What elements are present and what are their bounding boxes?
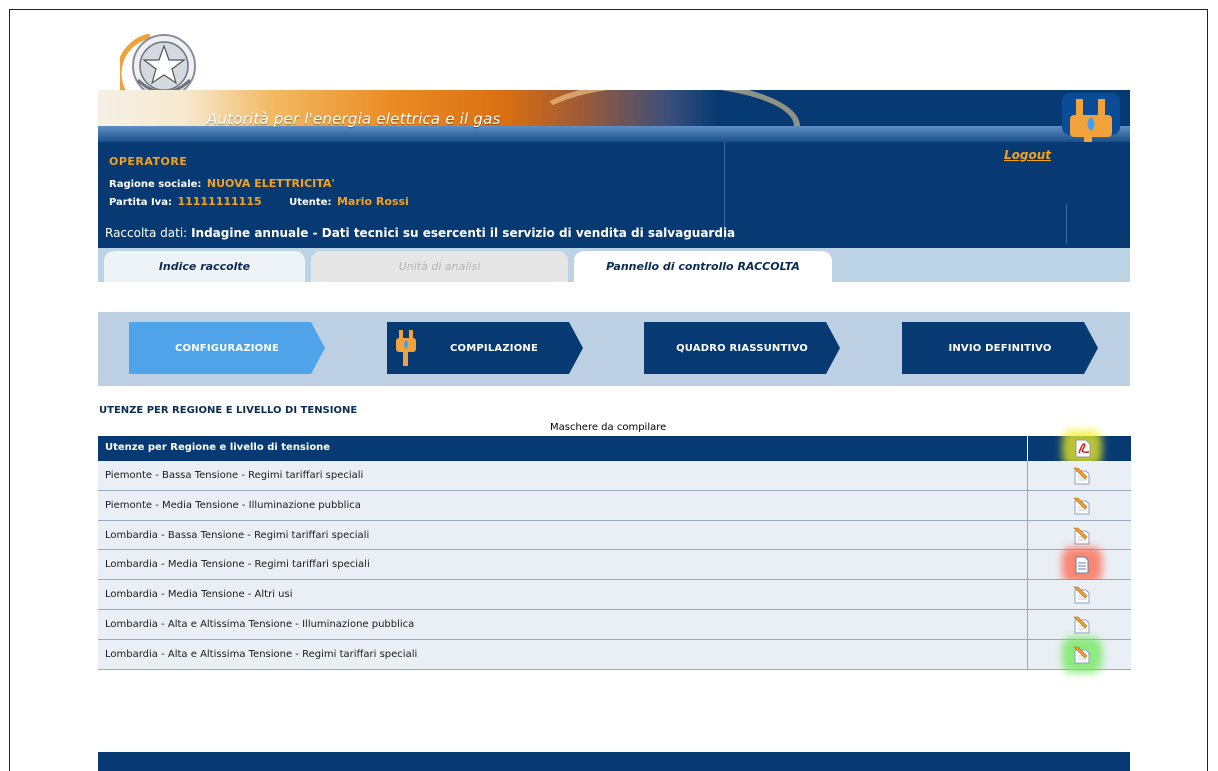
table-row: Lombardia - Bassa Tensione - Regimi tari… <box>98 520 1131 551</box>
step-label: INVIO DEFINITIVO <box>948 342 1052 354</box>
step-quadro-riassuntivo[interactable]: QUADRO RIASSUNTIVO <box>644 322 840 374</box>
operator-label: OPERATORE <box>109 155 188 168</box>
table-header: Utenze per Regione e livello di tensione <box>98 430 1131 466</box>
table-row: Piemonte - Media Tensione - Illuminazion… <box>98 490 1131 521</box>
row-label: Lombardia - Alta e Altissima Tensione - … <box>105 648 418 660</box>
view-document-icon[interactable] <box>1072 555 1092 575</box>
utenze-table: Utenze per Regione e livello di tensione… <box>98 430 1131 673</box>
tab-unita-di-analisi: Unità di analisi <box>311 251 568 282</box>
table-row: Lombardia - Media Tensione - Regimi tari… <box>98 547 1131 584</box>
edit-icon[interactable] <box>1072 496 1092 516</box>
row-label: Piemonte - Media Tensione - Illuminazion… <box>105 499 361 511</box>
raccolta-dati: Raccolta dati: Indagine annuale - Dati t… <box>105 226 735 240</box>
pdf-icon[interactable] <box>1074 439 1092 458</box>
row-label: Lombardia - Alta e Altissima Tensione - … <box>105 618 415 630</box>
utente-value: Mario Rossi <box>336 195 409 208</box>
step-label: CONFIGURAZIONE <box>174 342 279 354</box>
step-invio-definitivo[interactable]: INVIO DEFINITIVO <box>902 322 1098 374</box>
section-subtitle: Maschere da compilare <box>550 422 667 433</box>
tab-indice-raccolte[interactable]: Indice raccolte <box>104 251 305 282</box>
table-row: Lombardia - Media Tensione - Altri usi <box>98 580 1131 610</box>
raccolta-label: Raccolta dati: <box>105 226 188 240</box>
step-compilazione[interactable]: COMPILAZIONE <box>387 322 583 374</box>
step-configurazione[interactable]: CONFIGURAZIONE <box>129 322 325 374</box>
table-header-label: Utenze per Regione e livello di tensione <box>105 442 331 453</box>
table-row: Lombardia - Alta e Altissima Tensione - … <box>98 609 1131 640</box>
site-title: Autorità per l'energia elettrica e il ga… <box>207 110 501 128</box>
piva-value: 11111111115 <box>177 195 262 208</box>
footer-bar <box>98 752 1130 771</box>
edit-icon[interactable] <box>1072 526 1092 546</box>
edit-icon[interactable] <box>1072 615 1092 635</box>
step-label: COMPILAZIONE <box>449 342 539 354</box>
piva-label: Partita Iva: <box>109 197 172 208</box>
row-label: Lombardia - Media Tensione - Altri usi <box>105 589 293 601</box>
step-label: QUADRO RIASSUNTIVO <box>676 342 808 354</box>
table-row: Piemonte - Bassa Tensione - Regimi tarif… <box>98 461 1131 491</box>
row-label: Lombardia - Media Tensione - Regimi tari… <box>105 559 370 571</box>
partita-iva-row: Partita Iva: 11111111115 Utente: Mario R… <box>109 195 409 208</box>
section-title: UTENZE PER REGIONE E LIVELLO DI TENSIONE <box>99 405 358 416</box>
ragione-value: NUOVA ELETTRICITA' <box>206 177 335 190</box>
plug-icon <box>396 330 416 366</box>
table-row: Lombardia - Alta e Altissima Tensione - … <box>98 636 1131 673</box>
logout-link[interactable]: Logout <box>1004 148 1051 162</box>
row-label: Piemonte - Bassa Tensione - Regimi tarif… <box>105 470 364 481</box>
divider <box>1066 204 1067 244</box>
raccolta-value: Indagine annuale - Dati tecnici su eserc… <box>191 226 736 240</box>
ragione-label: Ragione sociale: <box>109 179 202 190</box>
edit-icon[interactable] <box>1072 466 1092 486</box>
edit-icon[interactable] <box>1072 645 1092 665</box>
row-label: Lombardia - Bassa Tensione - Regimi tari… <box>105 529 370 541</box>
utente-label: Utente: <box>289 197 332 208</box>
tab-pannello-di-controllo[interactable]: Pannello di controllo RACCOLTA <box>574 251 832 282</box>
edit-icon[interactable] <box>1072 585 1092 605</box>
ragione-sociale-row: Ragione sociale: NUOVA ELETTRICITA' <box>109 177 335 190</box>
